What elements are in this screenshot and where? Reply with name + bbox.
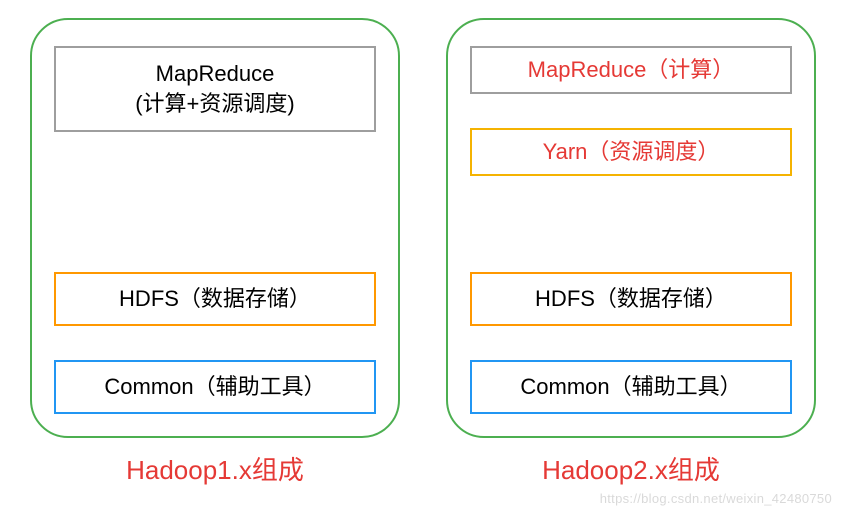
hadoop1-panel: MapReduce (计算+资源调度) HDFS（数据存储） Common（辅助… — [30, 18, 400, 438]
hadoop1-common-label: Common（辅助工具） — [104, 372, 325, 402]
hadoop2-common-label: Common（辅助工具） — [520, 372, 741, 402]
hadoop2-yarn-block: Yarn（资源调度） — [470, 128, 792, 176]
captions-row: Hadoop1.x组成 Hadoop2.x组成 — [30, 438, 816, 487]
hadoop2-mapreduce-label: MapReduce（计算） — [528, 55, 735, 85]
watermark-text: https://blog.csdn.net/weixin_42480750 — [600, 491, 832, 506]
hadoop1-hdfs-block: HDFS（数据存储） — [54, 272, 376, 326]
hadoop1-mapreduce-block: MapReduce (计算+资源调度) — [54, 46, 376, 132]
hadoop2-mapreduce-block: MapReduce（计算） — [470, 46, 792, 94]
hadoop1-common-block: Common（辅助工具） — [54, 360, 376, 414]
hadoop2-yarn-label: Yarn（资源调度） — [543, 137, 720, 167]
hadoop1-hdfs-label: HDFS（数据存储） — [119, 284, 311, 314]
hadoop2-spacer — [470, 176, 792, 272]
hadoop2-hdfs-block: HDFS（数据存储） — [470, 272, 792, 326]
hadoop1-mapreduce-sub: (计算+资源调度) — [135, 89, 295, 119]
hadoop2-common-block: Common（辅助工具） — [470, 360, 792, 414]
hadoop2-hdfs-label: HDFS（数据存储） — [535, 284, 727, 314]
hadoop1-spacer — [54, 132, 376, 264]
hadoop1-mapreduce-title: MapReduce — [156, 59, 275, 89]
hadoop2-caption: Hadoop2.x组成 — [446, 450, 816, 487]
diagram-row: MapReduce (计算+资源调度) HDFS（数据存储） Common（辅助… — [30, 18, 816, 438]
hadoop1-caption: Hadoop1.x组成 — [30, 450, 400, 487]
hadoop2-panel: MapReduce（计算） Yarn（资源调度） HDFS（数据存储） Comm… — [446, 18, 816, 438]
